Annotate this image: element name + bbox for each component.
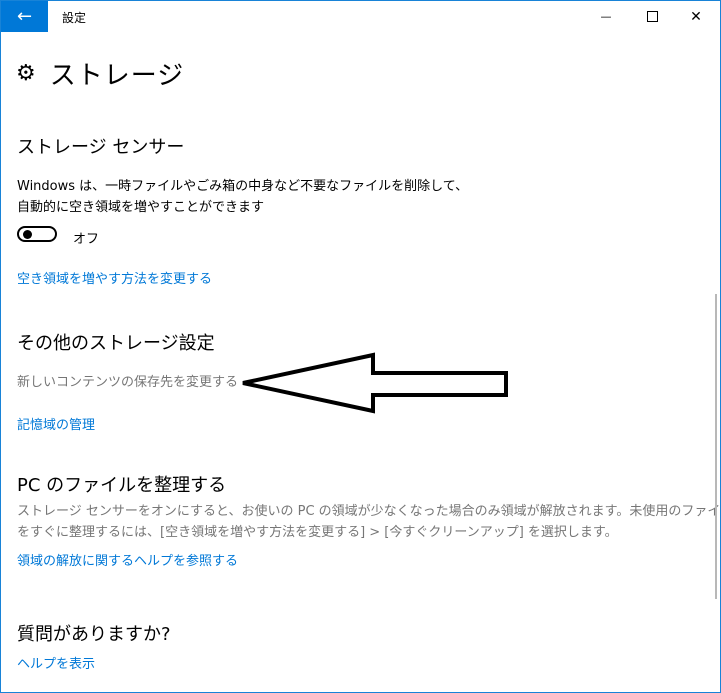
free-space-help-link[interactable]: 領域の解放に関するヘルプを参照する (17, 550, 238, 569)
close-button[interactable]: ✕ (673, 1, 719, 32)
window-title: 設定 (62, 11, 87, 25)
other-storage-settings-heading: その他のストレージ設定 (17, 333, 215, 354)
toggle-knob (23, 230, 32, 239)
maximize-button[interactable] (629, 1, 675, 32)
storage-sense-description-line1: Windows は、一時ファイルやごみ箱の中身など不要なファイルを削除して、 (17, 179, 469, 194)
questions-heading: 質問がありますか? (17, 624, 171, 645)
gear-icon: ⚙ (16, 61, 36, 86)
organize-description-line2: をすぐに整理するには、[空き領域を増やす方法を変更する] > [今すぐクリーンア… (17, 525, 618, 540)
page-title: ストレージ (49, 61, 185, 91)
back-arrow-icon: ← (16, 6, 33, 27)
maximize-icon (646, 11, 658, 22)
minimize-icon: — (600, 10, 612, 23)
close-icon: ✕ (690, 8, 702, 25)
left-arrow-annotation (242, 352, 508, 414)
get-help-link[interactable]: ヘルプを表示 (17, 653, 95, 672)
back-button[interactable]: ← (1, 1, 48, 32)
storage-sense-toggle[interactable] (17, 226, 57, 242)
title-bar: ← 設定 — ✕ (1, 1, 720, 32)
storage-sense-heading: ストレージ センサー (17, 137, 185, 158)
minimize-button[interactable]: — (583, 1, 629, 32)
organize-description-line1: ストレージ センサーをオンにすると、お使いの PC の領域が少なくなった場合のみ… (17, 504, 721, 519)
storage-sense-toggle-state: オフ (73, 232, 100, 247)
storage-sense-description-line2: 自動的に空き領域を増やすことができます (17, 200, 265, 215)
change-save-location-link[interactable]: 新しいコンテンツの保存先を変更する (17, 372, 238, 393)
vertical-scrollbar[interactable] (715, 294, 717, 599)
manage-storage-spaces-link[interactable]: 記憶域の管理 (17, 414, 95, 433)
organize-files-heading: PC のファイルを整理する (17, 475, 227, 496)
page-header: ⚙ ストレージ (16, 55, 184, 92)
change-free-space-link[interactable]: 空き領域を増やす方法を変更する (17, 268, 212, 287)
